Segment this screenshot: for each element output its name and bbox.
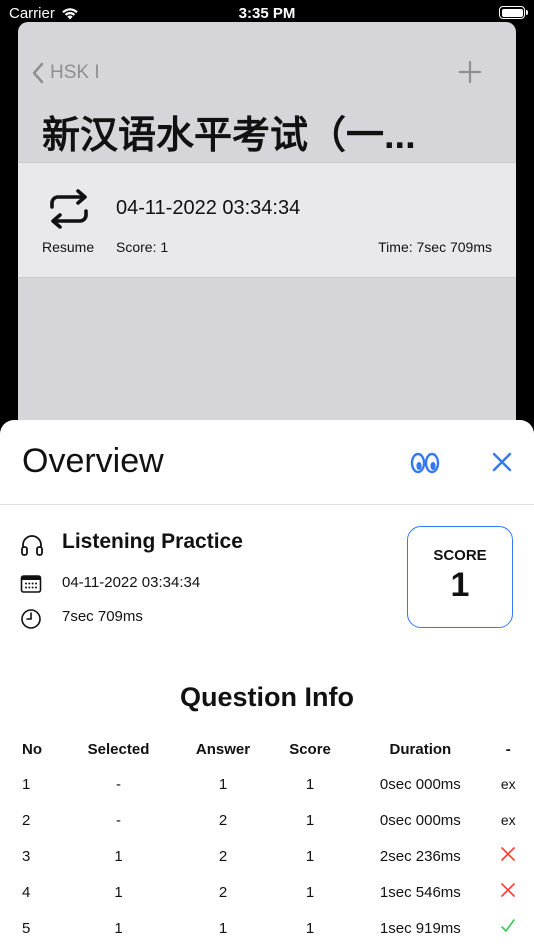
cell-selected: 1 xyxy=(114,847,123,865)
practice-name: Listening Practice xyxy=(62,530,243,553)
resume-label: Resume xyxy=(42,239,95,255)
cell-answer: 1 xyxy=(174,946,272,950)
record-row[interactable]: Resume 04-11-2022 03:34:34 Score: 1 Time… xyxy=(18,162,516,278)
duration-line: 7sec 709ms xyxy=(20,608,143,630)
sheet-title: Overview xyxy=(22,442,164,480)
table-row: 4 1 2 1 1sec 546ms xyxy=(12,874,524,910)
cell-answer: 2 xyxy=(218,811,228,829)
cell-duration: 1sec 919ms xyxy=(379,919,461,937)
calendar-icon xyxy=(20,575,42,593)
cell-score: 1 xyxy=(305,811,315,829)
battery-icon xyxy=(499,6,528,19)
cell-answer: 2 xyxy=(218,847,228,865)
cell-score: 1 xyxy=(272,946,348,950)
col-no: No xyxy=(22,740,42,758)
col-duration: Duration xyxy=(389,740,452,758)
date-line: 04-11-2022 03:34:34 xyxy=(20,574,200,594)
cell-answer: 1 xyxy=(218,919,228,937)
cell-no: 3 xyxy=(22,847,31,865)
background-screen: HSK I 新汉语水平考试（一... Resume 04-11-2022 03:… xyxy=(18,22,516,442)
question-table: No Selected Answer Score Duration - 1-11… xyxy=(12,732,524,950)
sheet-header: Overview xyxy=(0,420,534,505)
wrong-icon xyxy=(493,838,524,874)
eyes-icon[interactable] xyxy=(410,450,440,476)
cell-duration: 0sec 000ms xyxy=(379,775,461,793)
cell-score: 1 xyxy=(305,883,315,901)
cell-score: 1 xyxy=(305,775,315,793)
cell-duration: 0sec 000ms xyxy=(379,811,461,829)
cell-selected: - xyxy=(116,811,122,829)
check-icon xyxy=(493,910,524,946)
question-info-title: Question Info xyxy=(180,682,354,712)
cell-duration: 2sec 008ms xyxy=(348,946,492,950)
chevron-left-icon xyxy=(32,62,44,84)
col-status: - xyxy=(505,740,511,758)
cell-score: 1 xyxy=(305,919,315,937)
col-selected: Selected xyxy=(87,740,150,758)
page-title: 新汉语水平考试（一... xyxy=(42,115,416,157)
cell-answer: 2 xyxy=(218,883,228,901)
cell-selected: - xyxy=(116,775,122,793)
headphones-icon xyxy=(21,535,43,556)
cell-score: 1 xyxy=(305,847,315,865)
back-label: HSK I xyxy=(50,62,100,83)
practice-line: Listening Practice xyxy=(20,530,243,556)
score-value: 1 xyxy=(450,566,470,604)
cell-selected: 1 xyxy=(114,919,123,937)
cell-selected: 2 xyxy=(63,946,174,950)
table-row: 1 - 1 1 0sec 000ms ex xyxy=(12,766,524,802)
cell-selected: 1 xyxy=(114,883,123,901)
practice-date: 04-11-2022 03:34:34 xyxy=(62,574,201,591)
table-row: 62112sec 008ms xyxy=(12,946,524,950)
cell-status: ex xyxy=(500,776,516,792)
cell-duration: 1sec 546ms xyxy=(379,883,461,901)
cell-no: 1 xyxy=(22,775,31,793)
cell-answer: 1 xyxy=(218,775,228,793)
table-header-row: No Selected Answer Score Duration - xyxy=(12,732,524,766)
score-label: SCORE xyxy=(433,547,487,564)
record-time: Time: 7sec 709ms xyxy=(378,239,492,255)
table-row: 3 1 2 1 2sec 236ms xyxy=(12,838,524,874)
cell-duration: 2sec 236ms xyxy=(379,847,461,865)
close-icon[interactable] xyxy=(490,450,514,474)
col-score: Score xyxy=(289,740,331,758)
back-button[interactable]: HSK I xyxy=(32,62,100,84)
record-score: Score: 1 xyxy=(116,239,169,255)
wrong-icon xyxy=(493,946,524,950)
repeat-icon xyxy=(50,189,88,229)
table-row: 5 1 1 1 1sec 919ms xyxy=(12,910,524,946)
clock-icon xyxy=(21,609,41,629)
cell-status: ex xyxy=(500,812,516,828)
table-row: 2 - 2 1 0sec 000ms ex xyxy=(12,802,524,838)
add-button[interactable] xyxy=(458,60,482,89)
cell-no: 5 xyxy=(22,919,31,937)
score-badge: SCORE 1 xyxy=(407,526,513,628)
cell-no: 2 xyxy=(22,811,31,829)
clock: 3:35 PM xyxy=(238,5,296,22)
record-date: 04-11-2022 03:34:34 xyxy=(116,197,301,219)
cell-no: 4 xyxy=(22,883,31,901)
col-answer: Answer xyxy=(195,740,251,758)
cell-no: 6 xyxy=(12,946,63,950)
practice-duration: 7sec 709ms xyxy=(62,608,143,625)
wrong-icon xyxy=(493,874,524,910)
overview-sheet: Overview Listening Practice 04-11-2022 0… xyxy=(0,420,534,950)
plus-icon xyxy=(458,60,482,84)
